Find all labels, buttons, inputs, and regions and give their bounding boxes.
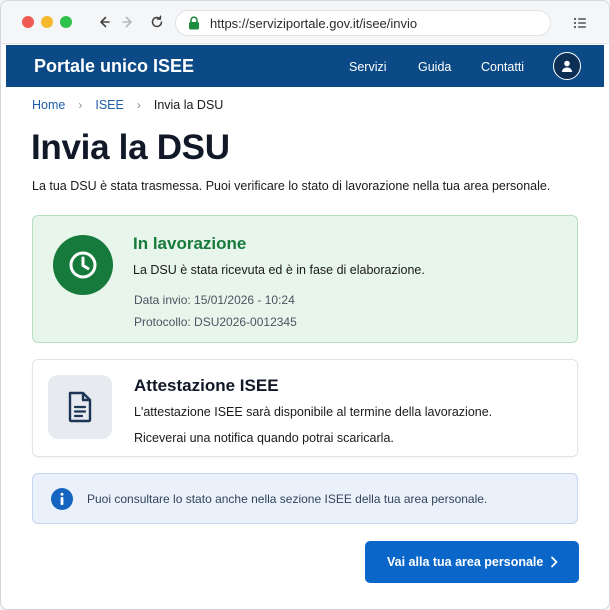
- user-icon[interactable]: [553, 52, 581, 80]
- site-header: Portale unico ISEE Servizi Guida Contatt…: [6, 45, 604, 87]
- protocol-number: Protocollo: DSU2026-0012345: [134, 315, 297, 329]
- info-alert: Puoi consultare lo stato anche nella sez…: [32, 473, 578, 524]
- forward-icon[interactable]: [118, 12, 138, 32]
- submission-date: Data invio: 15/01/2026 - 10:24: [134, 293, 295, 307]
- nav-link-servizi[interactable]: Servizi: [349, 60, 387, 74]
- page-title: Invia la DSU: [31, 128, 230, 167]
- go-to-personal-area-button[interactable]: Vai alla tua area personale: [365, 541, 579, 583]
- cta-label: Vai alla tua area personale: [387, 555, 544, 569]
- status-card: In lavorazione La DSU è stata ricevuta e…: [32, 215, 578, 343]
- breadcrumb-current: Invia la DSU: [153, 98, 224, 112]
- reload-icon[interactable]: [147, 12, 167, 32]
- maximize-window-button[interactable]: [60, 16, 72, 28]
- isee-card-notice: Riceverai una notifica quando potrai sca…: [134, 431, 394, 445]
- status-description: La DSU è stata ricevuta ed è in fase di …: [133, 263, 425, 277]
- chevron-right-icon: [548, 555, 560, 569]
- isee-card-text: L'attestazione ISEE sarà disponibile al …: [134, 405, 493, 419]
- chevron-right-icon: ›: [78, 98, 83, 112]
- nav-link-contatti[interactable]: Contatti: [481, 60, 524, 74]
- breadcrumb-home[interactable]: Home: [32, 98, 65, 112]
- info-icon: [51, 488, 73, 510]
- chevron-right-icon: ›: [136, 98, 141, 112]
- address-bar[interactable]: https://serviziportale.gov.it/isee/invio: [175, 10, 551, 36]
- lock-icon: [188, 16, 202, 30]
- info-text: Puoi consultare lo stato anche nella sez…: [87, 492, 488, 506]
- minimize-window-button[interactable]: [41, 16, 53, 28]
- url-text: https://serviziportale.gov.it/isee/invio: [210, 15, 418, 31]
- close-window-button[interactable]: [22, 16, 34, 28]
- site-title[interactable]: Portale unico ISEE: [34, 56, 194, 77]
- page-subtitle: La tua DSU è stata trasmessa. Puoi verif…: [32, 179, 551, 193]
- isee-card-title: Attestazione ISEE: [134, 376, 279, 395]
- isee-attestation-card: Attestazione ISEE L'attestazione ISEE sa…: [32, 359, 578, 457]
- breadcrumb-isee[interactable]: ISEE: [95, 98, 124, 112]
- document-icon: [48, 375, 112, 439]
- nav-link-guida[interactable]: Guida: [418, 60, 451, 74]
- browser-toolbar: https://serviziportale.gov.it/isee/invio: [1, 1, 609, 44]
- clock-icon: [53, 235, 113, 295]
- breadcrumb: Home › ISEE › Invia la DSU: [32, 98, 223, 112]
- browser-menu-icon[interactable]: [571, 14, 589, 32]
- status-title: In lavorazione: [133, 234, 247, 253]
- browser-window: https://serviziportale.gov.it/isee/invio…: [0, 0, 610, 610]
- back-icon[interactable]: [94, 12, 114, 32]
